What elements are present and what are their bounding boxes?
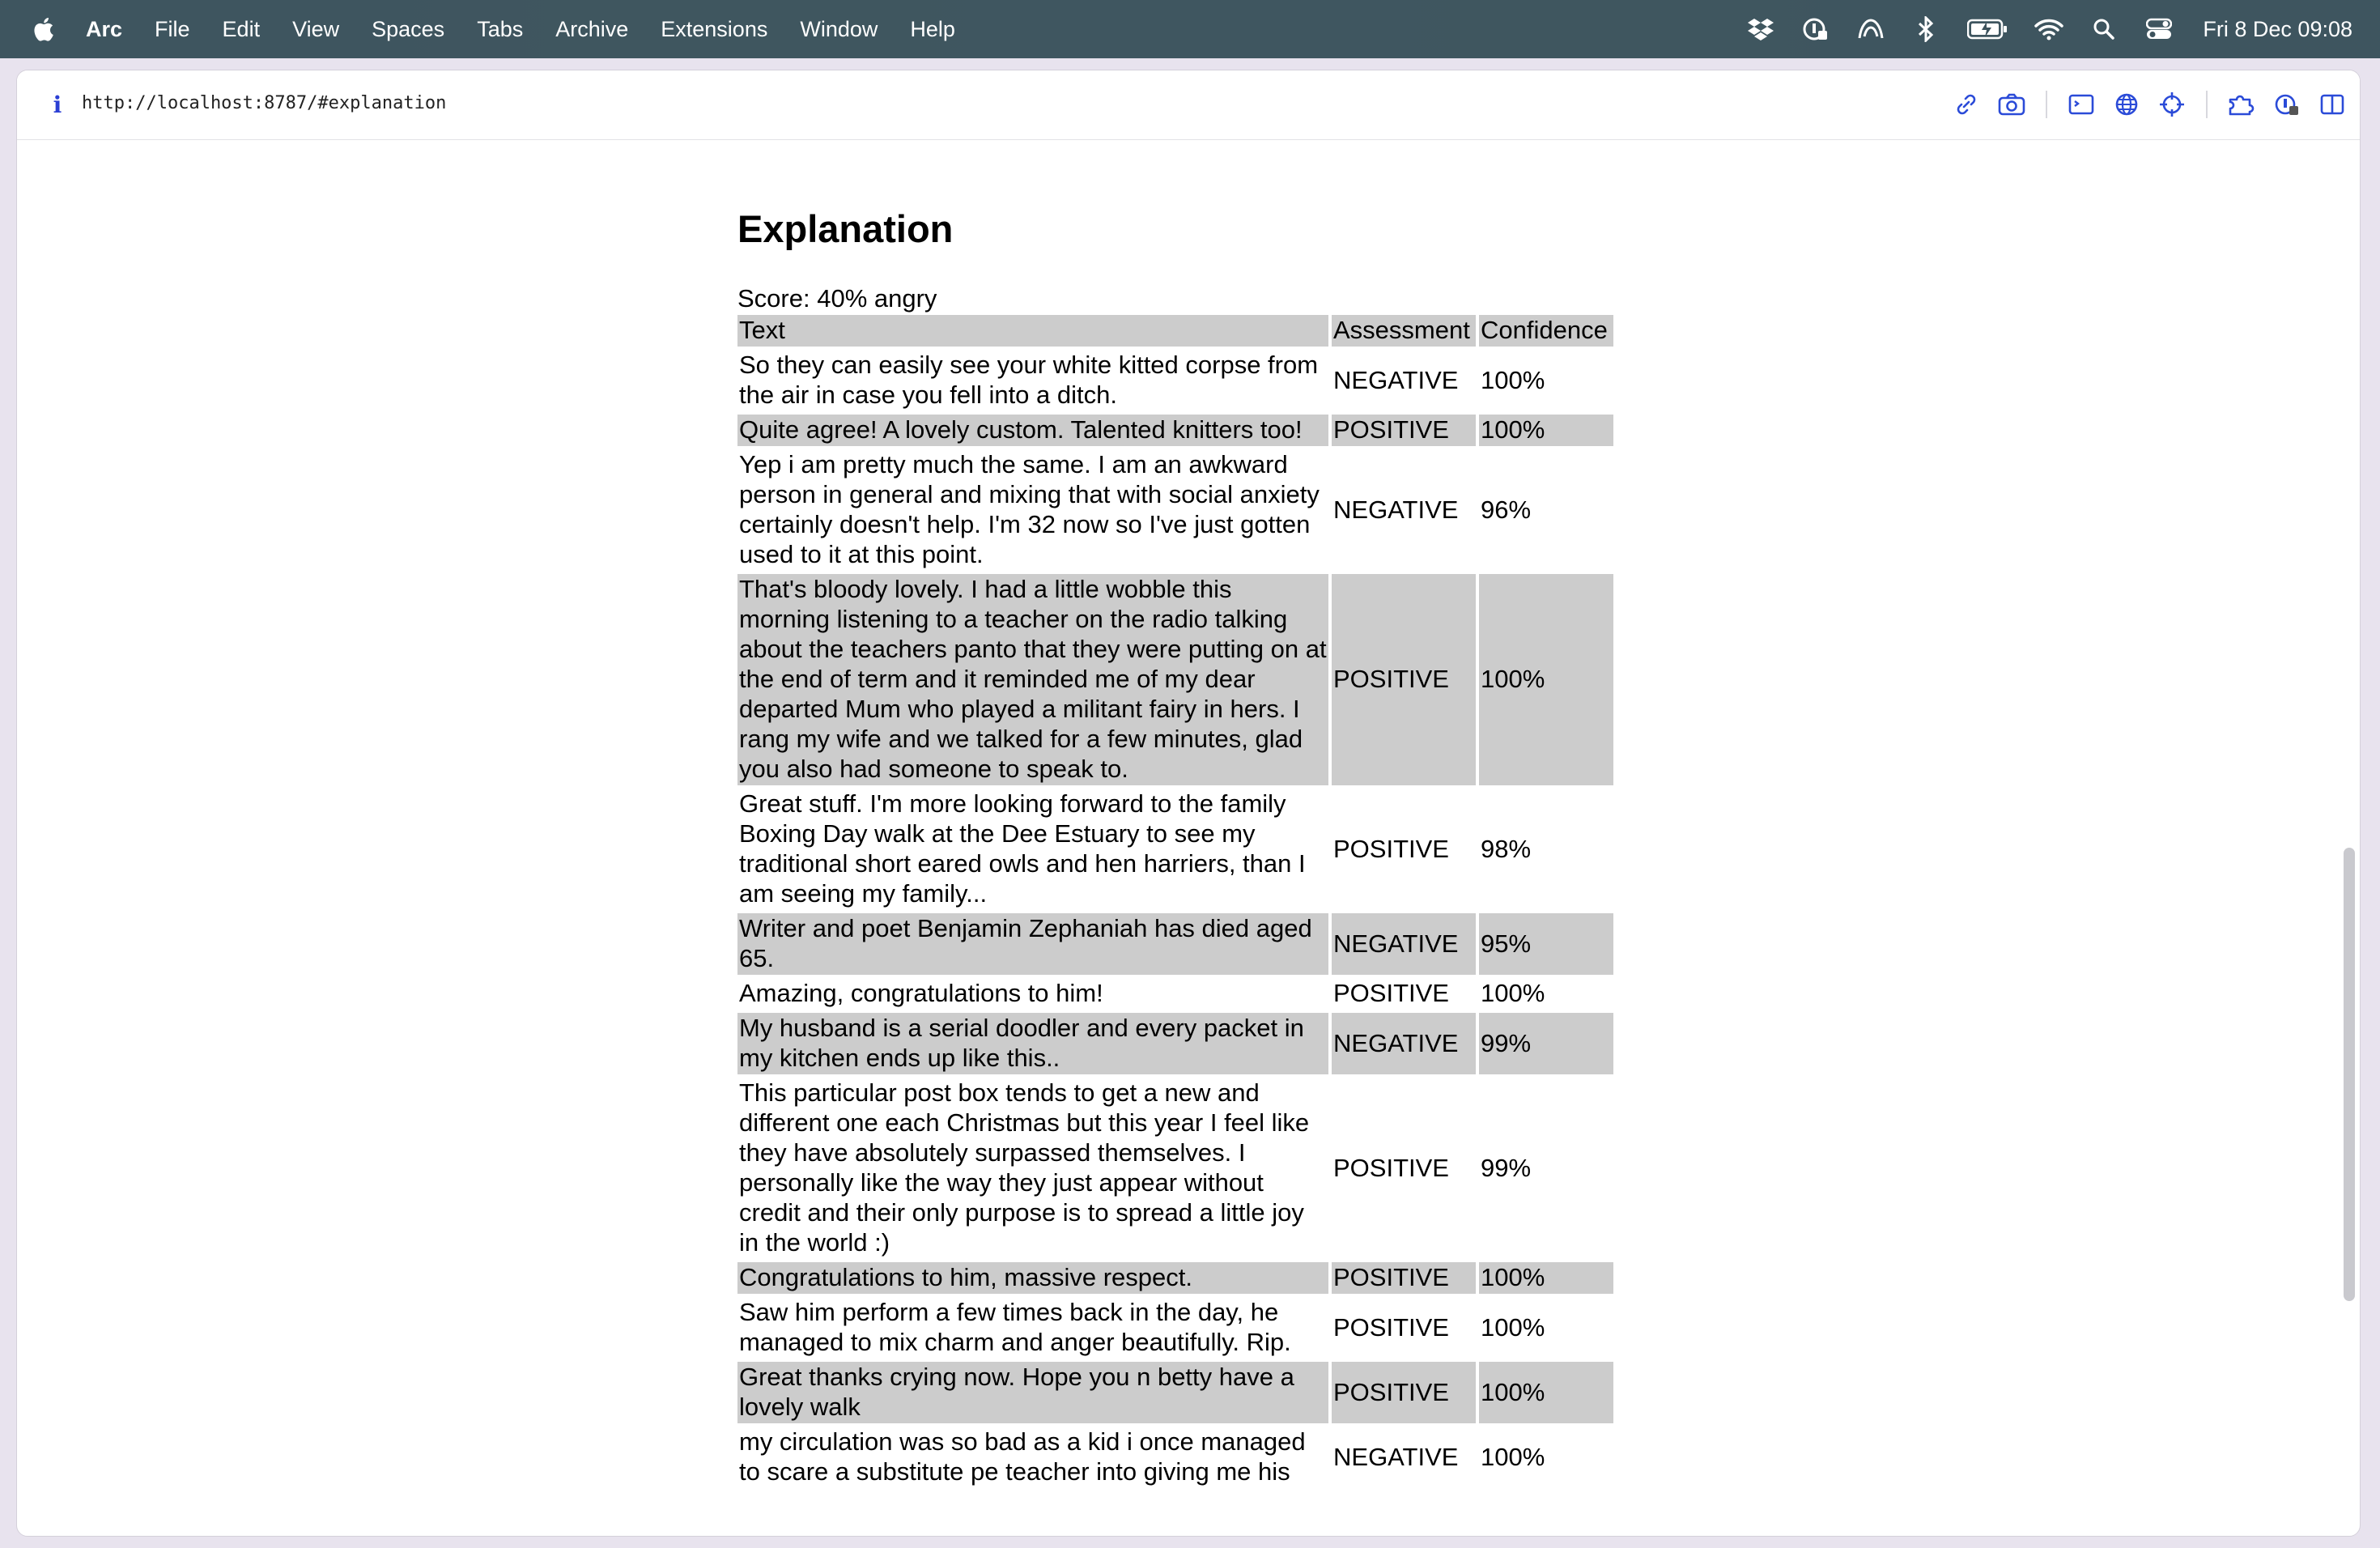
table-row: Congratulations to him, massive respect.… <box>737 1262 1613 1294</box>
row-text: This particular post box tends to get a … <box>739 1078 1310 1257</box>
row-text: So they can easily see your white kitted… <box>739 351 1319 409</box>
table-row: my circulation was so bad as a kid i onc… <box>737 1427 1613 1488</box>
menu-spaces[interactable]: Spaces <box>372 17 444 42</box>
web-content: i http://localhost:8787/#explanation Exp… <box>16 70 2361 1537</box>
row-confidence: 100% <box>1481 979 1545 1007</box>
table-header-row: Text Assessment Confidence <box>737 315 1613 347</box>
row-text: That's bloody lovely. I had a little wob… <box>737 574 1328 785</box>
password-manager-icon[interactable] <box>1801 15 1830 44</box>
column-header-assessment: Assessment <box>1332 315 1476 347</box>
row-text: Congratulations to him, massive respect. <box>737 1262 1328 1294</box>
row-assessment: NEGATIVE <box>1332 913 1476 975</box>
row-assessment: POSITIVE <box>1333 979 1449 1007</box>
row-text: Great thanks crying now. Hope you n bett… <box>737 1362 1328 1423</box>
status-area: Fri 8 Dec 09:08 <box>1720 0 2352 58</box>
row-confidence: 100% <box>1479 574 1613 785</box>
table-row: Writer and poet Benjamin Zephaniah has d… <box>737 913 1613 975</box>
menu-app-arc[interactable]: Arc <box>86 17 122 42</box>
row-confidence: 99% <box>1479 1013 1613 1074</box>
dropbox-icon[interactable] <box>1746 15 1775 44</box>
bluetooth-icon[interactable] <box>1911 15 1940 44</box>
row-assessment: NEGATIVE <box>1333 495 1459 524</box>
table-row: Yep i am pretty much the same. I am an a… <box>737 449 1613 571</box>
password-manager-icon[interactable] <box>2269 87 2305 122</box>
battery-icon[interactable] <box>1966 15 2008 44</box>
table-row: Amazing, congratulations to him! POSITIV… <box>737 978 1613 1010</box>
menubar-clock[interactable]: Fri 8 Dec 09:08 <box>2203 17 2352 42</box>
site-info-icon[interactable]: i <box>48 91 67 119</box>
row-assessment: POSITIVE <box>1332 415 1476 446</box>
menu-edit[interactable]: Edit <box>223 17 261 42</box>
apple-logo-icon[interactable] <box>31 15 55 43</box>
url-bar: i http://localhost:8787/#explanation <box>17 70 2360 140</box>
menu-tabs[interactable]: Tabs <box>477 17 523 42</box>
row-text: Writer and poet Benjamin Zephaniah has d… <box>737 913 1328 975</box>
row-assessment: POSITIVE <box>1332 1362 1476 1423</box>
sidebar-toggle-icon[interactable] <box>2314 87 2350 122</box>
arc-icon[interactable] <box>1856 15 1885 44</box>
explanation-table: Text Assessment Confidence So they can e… <box>734 312 1617 1491</box>
browser-window: i http://localhost:8787/#explanation Exp… <box>0 58 2380 1548</box>
table-row: That's bloody lovely. I had a little wob… <box>737 574 1613 785</box>
console-icon[interactable] <box>2063 87 2099 122</box>
row-assessment: POSITIVE <box>1332 574 1476 785</box>
row-assessment: POSITIVE <box>1332 1262 1476 1294</box>
url-bar-tools <box>1939 87 2350 122</box>
row-confidence: 100% <box>1481 365 1545 394</box>
table-row: This particular post box tends to get a … <box>737 1078 1613 1259</box>
toolbar-separator <box>2046 91 2047 118</box>
page-body: Explanation Score: 40% angry Text Assess… <box>737 140 1709 1491</box>
row-text: Quite agree! A lovely custom. Talented k… <box>737 415 1328 446</box>
vertical-scrollbar[interactable] <box>2344 848 2355 1301</box>
target-icon[interactable] <box>2154 87 2190 122</box>
menu-archive[interactable]: Archive <box>555 17 628 42</box>
row-confidence: 100% <box>1481 1312 1545 1342</box>
globe-icon[interactable] <box>2109 87 2144 122</box>
extensions-icon[interactable] <box>2224 87 2259 122</box>
table-row: Saw him perform a few times back in the … <box>737 1297 1613 1359</box>
table-row: My husband is a serial doodler and every… <box>737 1013 1613 1074</box>
control-center-icon[interactable] <box>2144 15 2174 44</box>
menu-bar: Arc File Edit View Spaces Tabs Archive E… <box>0 0 2380 58</box>
screenshot-icon[interactable] <box>1994 87 2029 122</box>
row-confidence: 100% <box>1481 1442 1545 1471</box>
score-text: Score: 40% angry <box>737 284 937 313</box>
toolbar-separator <box>2206 91 2208 118</box>
row-text: my circulation was so bad as a kid i onc… <box>739 1427 1306 1486</box>
row-confidence: 100% <box>1479 415 1613 446</box>
menu-help[interactable]: Help <box>910 17 955 42</box>
spotlight-search-icon[interactable] <box>2089 15 2119 44</box>
table-row: Quite agree! A lovely custom. Talented k… <box>737 415 1613 446</box>
row-assessment: POSITIVE <box>1333 834 1449 863</box>
row-assessment: NEGATIVE <box>1333 365 1459 394</box>
row-confidence: 96% <box>1481 495 1532 524</box>
table-row: Great thanks crying now. Hope you n bett… <box>737 1362 1613 1423</box>
menu-view[interactable]: View <box>292 17 339 42</box>
table-row: So they can easily see your white kitted… <box>737 350 1613 411</box>
row-text: Amazing, congratulations to him! <box>739 979 1103 1007</box>
row-confidence: 100% <box>1479 1262 1613 1294</box>
row-confidence: 100% <box>1479 1362 1613 1423</box>
row-confidence: 99% <box>1481 1153 1532 1182</box>
column-header-text: Text <box>737 315 1328 347</box>
menu-window[interactable]: Window <box>800 17 878 42</box>
row-assessment: NEGATIVE <box>1332 1013 1476 1074</box>
page-title: Explanation <box>737 207 954 250</box>
menu-extensions[interactable]: Extensions <box>661 17 767 42</box>
row-text: My husband is a serial doodler and every… <box>737 1013 1328 1074</box>
row-text: Great stuff. I'm more looking forward to… <box>739 789 1306 908</box>
row-assessment: POSITIVE <box>1333 1312 1449 1342</box>
url-text[interactable]: http://localhost:8787/#explanation <box>82 93 446 113</box>
row-text: Yep i am pretty much the same. I am an a… <box>739 450 1320 568</box>
column-header-confidence: Confidence <box>1479 315 1613 347</box>
row-assessment: NEGATIVE <box>1333 1442 1459 1471</box>
wifi-icon[interactable] <box>2034 15 2064 44</box>
row-confidence: 98% <box>1481 834 1532 863</box>
row-text: Saw him perform a few times back in the … <box>739 1298 1291 1356</box>
row-confidence: 95% <box>1479 913 1613 975</box>
menu-file[interactable]: File <box>155 17 190 42</box>
row-assessment: POSITIVE <box>1333 1153 1449 1182</box>
copy-link-icon[interactable] <box>1949 87 1984 122</box>
table-row: Great stuff. I'm more looking forward to… <box>737 789 1613 910</box>
